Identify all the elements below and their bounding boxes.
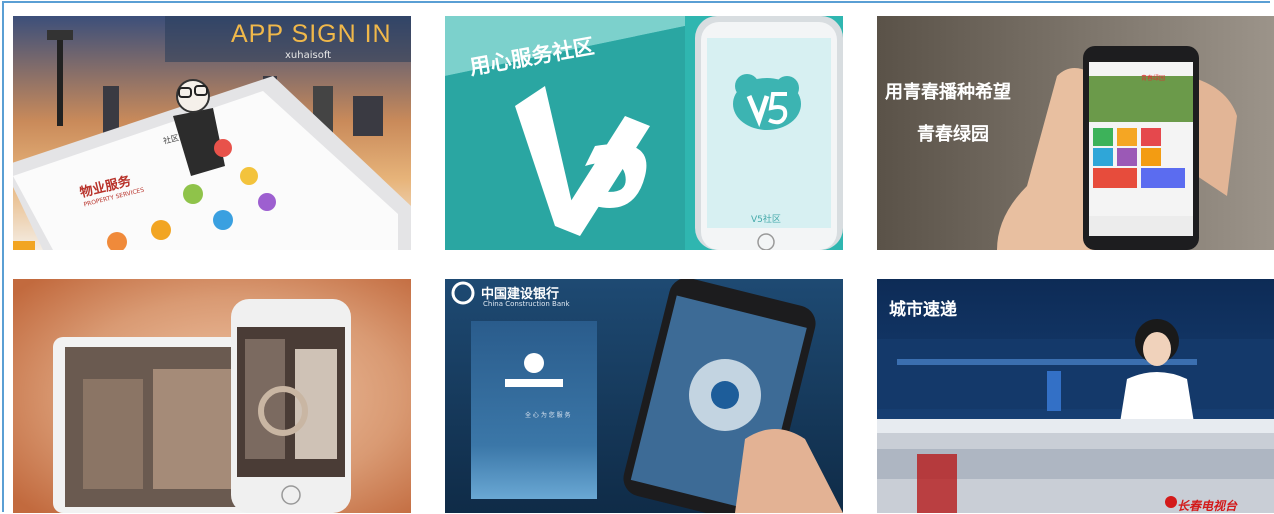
station-logo: 长春电视台	[1177, 499, 1238, 513]
bank-name-en: China Construction Bank	[483, 300, 570, 308]
app-title: 青春绿园	[1141, 75, 1166, 82]
gallery-item-app-sign-in[interactable]: APP SIGN IN xuhaisoft 社区 物业服务 PROPERTY S…	[13, 16, 411, 250]
sign-in-title: APP SIGN IN	[231, 20, 392, 48]
gallery-item-qingchun-lvyuan[interactable]: 用青春播种希望 青春绿园 青春绿园	[877, 16, 1274, 250]
slogan-line-1: 用青春播种希望	[885, 82, 1011, 103]
tablet-and-phone-mockup-icon	[13, 279, 411, 513]
bank-app-mockup-icon	[445, 279, 843, 513]
phone-caption: V5社区	[751, 215, 781, 225]
sign-in-subtitle: xuhaisoft	[285, 50, 332, 61]
gallery-item-ccb-bank[interactable]: 中国建设银行 China Construction Bank 全 心 为 您 服…	[445, 279, 843, 513]
slogan-line-2: 青春绿园	[917, 124, 989, 145]
gallery-item-tablet-phone[interactable]	[13, 279, 411, 513]
gallery-item-tv-news[interactable]: 城市速递 长春电视台	[877, 279, 1274, 513]
show-title: 城市速递	[889, 300, 957, 320]
gallery-item-v5-community[interactable]: 用心服务社区 V5社区	[445, 16, 843, 250]
service-text: 全 心 为 您 服 务	[525, 412, 571, 419]
